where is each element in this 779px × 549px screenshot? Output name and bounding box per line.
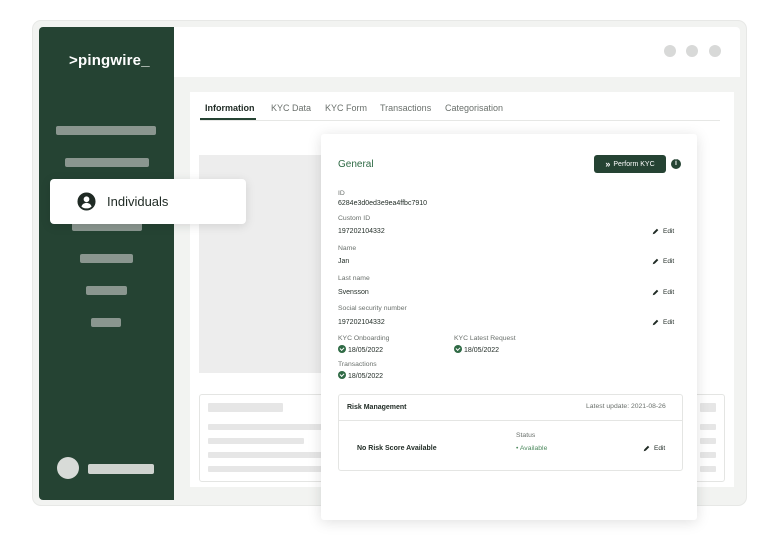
table-placeholder-bar	[208, 466, 323, 472]
risk-latest-update: Latest update: 2021-08-26	[586, 403, 666, 410]
double-chevron-right-icon: »	[605, 159, 611, 169]
active-tab-indicator	[200, 118, 256, 120]
avatar[interactable]	[57, 457, 79, 479]
pencil-icon	[652, 258, 659, 265]
field-value-id: 6284e3d0ed3e9ea4ffbc7910	[338, 200, 428, 207]
sidebar-item-placeholder[interactable]	[80, 254, 133, 263]
kyc-latest-value: 18/05/2022	[454, 345, 499, 354]
field-value-custom-id: 197202104332	[338, 228, 385, 235]
table-placeholder-bar	[700, 452, 716, 458]
panel-title: General	[338, 159, 374, 170]
table-placeholder-bar	[700, 424, 716, 430]
edit-name-button[interactable]: Edit	[652, 258, 674, 265]
table-placeholder-bar	[700, 438, 716, 444]
tab-categorisation[interactable]: Categorisation	[445, 103, 503, 113]
edit-custom-id-button[interactable]: Edit	[652, 228, 674, 235]
individuals-label: Individuals	[107, 194, 169, 209]
table-placeholder-bar	[208, 403, 283, 412]
field-label-last-name: Last name	[338, 275, 370, 282]
edit-label: Edit	[663, 289, 675, 296]
window-dot-icon[interactable]	[664, 45, 676, 57]
tab-divider	[200, 120, 720, 121]
risk-status-value: • Available	[516, 445, 548, 452]
pencil-icon	[652, 289, 659, 296]
edit-label: Edit	[663, 228, 675, 235]
table-placeholder-bar	[700, 403, 716, 412]
edit-label: Edit	[663, 258, 675, 265]
risk-divider	[339, 420, 682, 421]
individuals-nav-card[interactable]: Individuals	[50, 179, 246, 224]
check-circle-icon	[454, 345, 462, 353]
sidebar-item-placeholder[interactable]	[56, 126, 156, 135]
sidebar-item-placeholder[interactable]	[86, 286, 127, 295]
edit-risk-button[interactable]: Edit	[643, 445, 665, 452]
user-name-placeholder	[88, 464, 154, 474]
pencil-icon	[652, 319, 659, 326]
field-value-ssn: 197202104332	[338, 319, 385, 326]
window-dot-icon[interactable]	[686, 45, 698, 57]
transactions-value: 18/05/2022	[338, 371, 383, 380]
risk-title: Risk Management	[347, 404, 407, 411]
info-icon[interactable]: i	[671, 159, 681, 169]
table-placeholder-bar	[208, 424, 323, 430]
tab-transactions[interactable]: Transactions	[380, 103, 431, 113]
edit-last-name-button[interactable]: Edit	[652, 289, 674, 296]
field-label-id: ID	[338, 190, 345, 197]
kyc-onboarding-label: KYC Onboarding	[338, 335, 390, 342]
edit-label: Edit	[663, 319, 675, 326]
window-dot-icon[interactable]	[709, 45, 721, 57]
kyc-latest-label: KYC Latest Request	[454, 335, 516, 342]
top-bar	[174, 27, 740, 77]
check-circle-icon	[338, 371, 346, 379]
sidebar-item-placeholder[interactable]	[91, 318, 121, 327]
field-label-custom-id: Custom ID	[338, 215, 371, 222]
field-value-last-name: Svensson	[338, 289, 369, 296]
field-label-name: Name	[338, 245, 357, 252]
perform-kyc-button[interactable]: » Perform KYC	[594, 155, 666, 173]
field-value-name: Jan	[338, 258, 350, 265]
pencil-icon	[643, 445, 650, 452]
tab-kyc-data[interactable]: KYC Data	[271, 103, 311, 113]
table-placeholder-bar	[208, 438, 304, 444]
sidebar	[39, 27, 174, 500]
check-circle-icon	[338, 345, 346, 353]
pencil-icon	[652, 228, 659, 235]
app-logo[interactable]: >pingwire_	[69, 52, 150, 69]
tab-information[interactable]: Information	[205, 103, 255, 113]
risk-score-text: No Risk Score Available	[357, 445, 437, 452]
edit-label: Edit	[654, 445, 666, 452]
sidebar-item-placeholder[interactable]	[65, 158, 149, 167]
kyc-onboarding-value: 18/05/2022	[338, 345, 383, 354]
transactions-label: Transactions	[338, 361, 377, 368]
table-placeholder-bar	[700, 466, 716, 472]
user-icon	[77, 192, 96, 211]
field-label-ssn: Social security number	[338, 305, 407, 312]
table-placeholder-bar	[208, 452, 323, 458]
tab-kyc-form[interactable]: KYC Form	[325, 103, 367, 113]
risk-status-label: Status	[516, 432, 536, 439]
perform-kyc-label: Perform KYC	[613, 160, 655, 168]
edit-ssn-button[interactable]: Edit	[652, 319, 674, 326]
